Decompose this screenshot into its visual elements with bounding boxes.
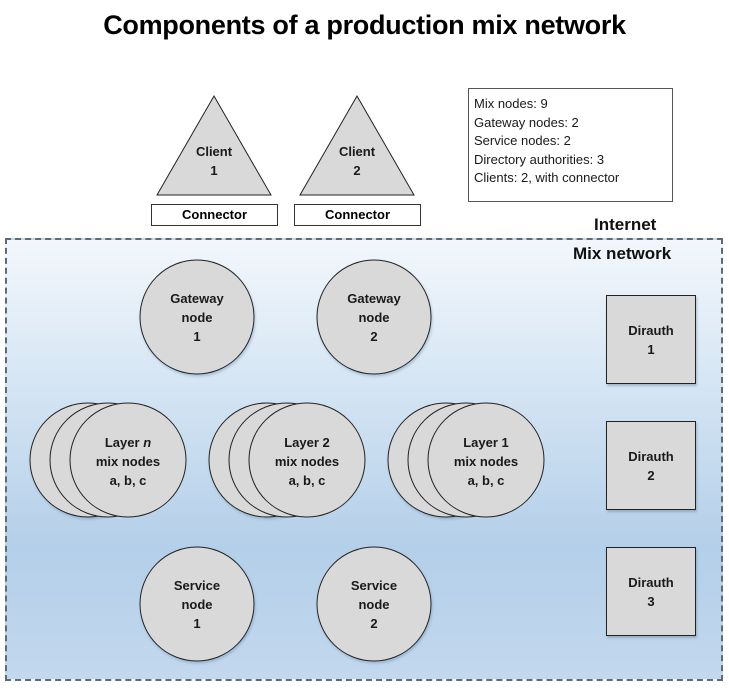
gateway-1-label: Gateway node 1 <box>147 287 247 347</box>
layer-1-line3: a, b, c <box>467 472 505 488</box>
layer-2-label: Layer 2 mix nodes a, b, c <box>257 431 357 491</box>
layer-n-label: Layer n mix nodes a, b, c <box>78 431 178 491</box>
layer-1-label: Layer 1 mix nodes a, b, c <box>436 431 536 491</box>
layer-2-line3: a, b, c <box>288 472 326 488</box>
layer-n-line2: mix nodes <box>95 453 161 469</box>
service-2-line3: 2 <box>370 615 378 631</box>
dirauth-2-name: Dirauth <box>628 448 674 464</box>
layer-n-line3: a, b, c <box>109 472 147 488</box>
service-1-line1: Service <box>173 577 221 593</box>
gateway-2-line1: Gateway <box>347 290 401 306</box>
dirauth-2-number: 2 <box>647 467 655 483</box>
layer-2-index: 2 <box>322 434 330 450</box>
service-2-line2: node <box>358 596 390 612</box>
layer-n-title: Layer n <box>105 433 151 452</box>
dirauth-3-label: Dirauth 3 <box>607 548 695 635</box>
layer-1-title: Layer 1 <box>463 433 509 452</box>
service-1-line3: 1 <box>193 615 201 631</box>
dirauth-2-label: Dirauth 2 <box>607 422 695 509</box>
gateway-1-line3: 1 <box>193 328 201 344</box>
dirauth-3[interactable]: Dirauth 3 <box>606 547 696 636</box>
service-1-line2: node <box>181 596 213 612</box>
dirauth-1-number: 1 <box>647 341 655 357</box>
layer-2-title: Layer 2 <box>284 433 330 452</box>
dirauth-3-name: Dirauth <box>628 574 674 590</box>
service-2-line1: Service <box>350 577 398 593</box>
gateway-2-line2: node <box>358 309 390 325</box>
layer-1-index: 1 <box>501 434 509 450</box>
dirauth-1[interactable]: Dirauth 1 <box>606 295 696 384</box>
layer-1-line2: mix nodes <box>453 453 519 469</box>
layer-2-line2: mix nodes <box>274 453 340 469</box>
gateway-1-line1: Gateway <box>170 290 224 306</box>
layer-2-prefix: Layer <box>284 434 319 450</box>
gateway-1-line2: node <box>181 309 213 325</box>
layer-1-prefix: Layer <box>463 434 498 450</box>
dirauth-2[interactable]: Dirauth 2 <box>606 421 696 510</box>
layer-n-prefix: Layer <box>104 434 140 450</box>
layer-n-index: n <box>143 434 152 450</box>
gateway-2-label: Gateway node 2 <box>324 287 424 347</box>
service-1-label: Service node 1 <box>147 574 247 634</box>
gateway-2-line3: 2 <box>370 328 378 344</box>
dirauth-3-number: 3 <box>647 593 655 609</box>
service-2-label: Service node 2 <box>324 574 424 634</box>
dirauth-1-name: Dirauth <box>628 322 674 338</box>
dirauth-1-label: Dirauth 1 <box>607 296 695 383</box>
